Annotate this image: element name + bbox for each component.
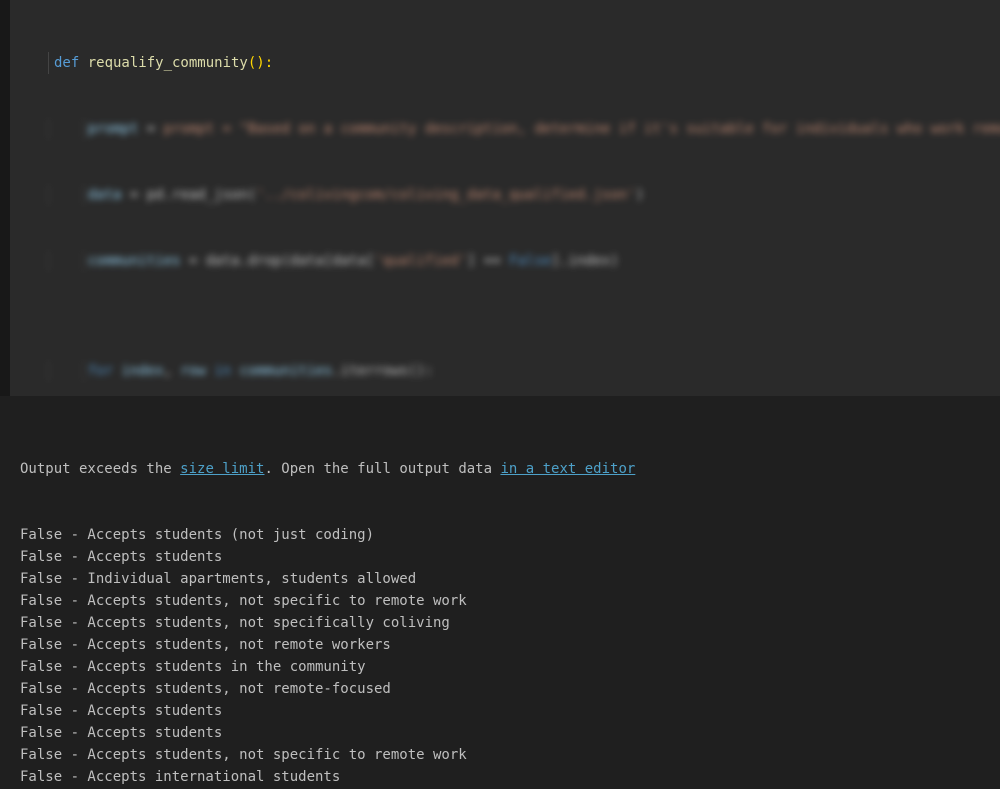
text-editor-link[interactable]: in a text editor bbox=[500, 461, 635, 477]
output-line: False - Accepts international students bbox=[20, 766, 1000, 788]
cell-output-indicator: ] bbox=[10, 380, 12, 392]
function-name: requalify_community bbox=[88, 55, 248, 71]
size-limit-link[interactable]: size limit bbox=[180, 461, 264, 477]
output-line: False - Individual apartments, students … bbox=[20, 568, 1000, 590]
parens: (): bbox=[248, 55, 273, 71]
output-line: False - Accepts students, not specific t… bbox=[20, 744, 1000, 766]
blurred-code-line: communities = data.drop(data[data['quali… bbox=[54, 250, 1000, 272]
output-header: Output exceeds the size limit. Open the … bbox=[20, 458, 1000, 480]
output-line: False - Accepts students (not just codin… bbox=[20, 524, 1000, 546]
blurred-code-line: for index, row in communities.iterrows()… bbox=[54, 360, 1000, 382]
code-block: def requalify_community(): prompt = prom… bbox=[10, 8, 1000, 396]
output-line: False - Accepts students, not remote-foc… bbox=[20, 678, 1000, 700]
code-editor[interactable]: ] def requalify_community(): prompt = pr… bbox=[10, 0, 1000, 396]
blurred-code-line: prompt = prompt = "Based on a community … bbox=[54, 118, 1000, 140]
output-panel[interactable]: Output exceeds the size limit. Open the … bbox=[0, 396, 1000, 789]
keyword-def: def bbox=[54, 55, 88, 71]
output-line: False - Accepts students bbox=[20, 546, 1000, 568]
output-line: False - Accepts students in the communit… bbox=[20, 656, 1000, 678]
output-line: False - Accepts students, not specific t… bbox=[20, 590, 1000, 612]
blurred-code-line: data = pd.read_json('../colivingcom/coli… bbox=[54, 184, 1000, 206]
output-line: False - Accepts students bbox=[20, 700, 1000, 722]
output-line: False - Accepts students bbox=[20, 722, 1000, 744]
output-line: False - Accepts students, not remote wor… bbox=[20, 634, 1000, 656]
output-line: False - Accepts students, not specifical… bbox=[20, 612, 1000, 634]
